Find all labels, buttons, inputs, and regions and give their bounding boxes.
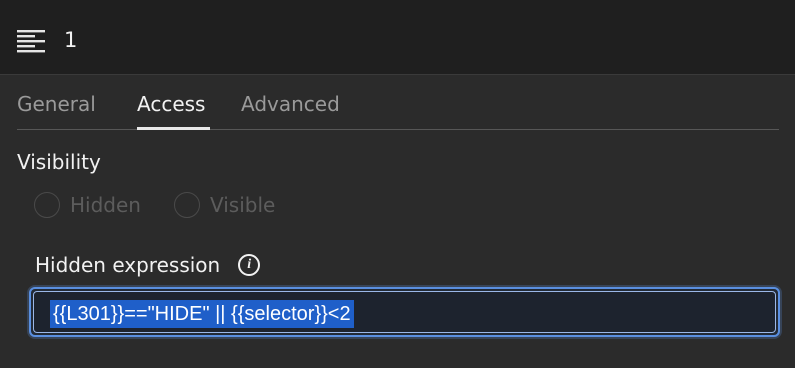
radio-hidden[interactable]: Hidden (34, 192, 141, 218)
hidden-expression-field[interactable]: {{L301}}=="HIDE" || {{selector}}<2 (29, 287, 780, 337)
hidden-expression-input[interactable]: {{L301}}=="HIDE" || {{selector}}<2 (50, 300, 354, 328)
hidden-expression-field-inner: {{L301}}=="HIDE" || {{selector}}<2 (33, 291, 776, 333)
hidden-expression-label-row: Hidden expression i (35, 252, 261, 278)
radio-visible-label: Visible (210, 193, 276, 217)
radio-circle-icon (34, 192, 60, 218)
active-tab-indicator (137, 127, 210, 130)
info-icon[interactable]: i (238, 254, 261, 276)
tab-general[interactable]: General (17, 92, 96, 116)
radio-hidden-label: Hidden (70, 193, 141, 217)
tab-bar: General Access Advanced (17, 88, 779, 130)
properties-panel: 1 General Access Advanced Visibility Hid… (0, 0, 795, 368)
radio-circle-icon (174, 192, 200, 218)
hidden-expression-label: Hidden expression (35, 253, 221, 277)
radio-visible[interactable]: Visible (174, 192, 275, 218)
panel-header: 1 (0, 0, 795, 75)
visibility-label: Visibility (17, 150, 101, 174)
panel-title: 1 (64, 28, 78, 52)
tab-access[interactable]: Access (137, 92, 205, 116)
align-left-icon (17, 30, 45, 53)
tab-advanced[interactable]: Advanced (241, 92, 340, 116)
